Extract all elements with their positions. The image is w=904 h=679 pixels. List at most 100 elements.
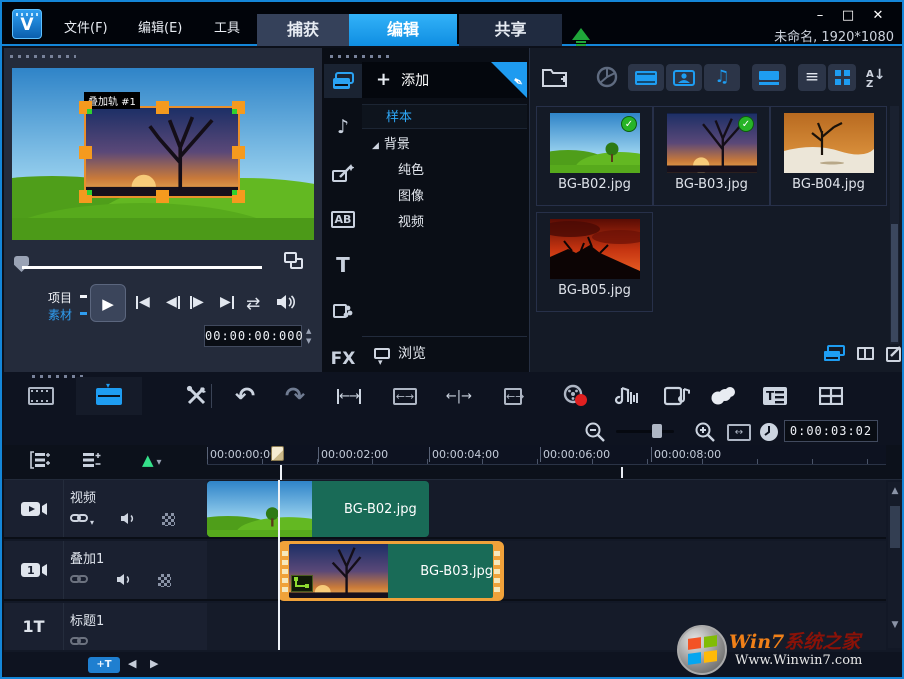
clip-bg-b03-selected[interactable]: BG-B03.jpg	[278, 541, 504, 601]
clip-bg-b02[interactable]: BG-B02.jpg	[207, 481, 429, 537]
next-frame-button[interactable]: ▶	[190, 294, 204, 310]
import-folder-icon[interactable]	[542, 66, 568, 88]
audio-mixer-button[interactable]	[612, 382, 642, 410]
close-button[interactable]: ✕	[868, 8, 888, 23]
distort-handle[interactable]	[87, 190, 92, 195]
rail-audio-icon[interactable]: ♪	[324, 110, 362, 144]
split-screen-template-button[interactable]	[816, 382, 846, 410]
add-remove-track-icon[interactable]	[82, 451, 102, 473]
backdrop-button[interactable]	[752, 64, 786, 91]
list-view-button[interactable]: ≡	[798, 64, 826, 91]
browse-button[interactable]: 浏览	[362, 336, 527, 370]
scroll-left-button[interactable]: ◀	[128, 657, 136, 670]
zoom-in-icon[interactable]	[690, 418, 720, 446]
resize-handle[interactable]	[156, 101, 169, 114]
tree-item-background[interactable]: ◢背景	[362, 132, 527, 157]
tab-edit[interactable]: 编辑	[349, 14, 457, 46]
publish-arrow-icon[interactable]	[572, 19, 590, 40]
speech-to-text-button[interactable]	[708, 382, 738, 410]
timeline-scrollbar-thumb[interactable]	[890, 506, 900, 548]
link-icon[interactable]	[70, 571, 90, 590]
mode-clip-button[interactable]: 素材	[48, 306, 72, 323]
panel-drag-handle[interactable]	[10, 55, 76, 58]
tools-button[interactable]	[182, 382, 212, 410]
filter-photo-button[interactable]	[666, 64, 702, 91]
playhead[interactable]	[278, 480, 280, 650]
tree-item-video[interactable]: 视频	[362, 210, 527, 235]
mode-project-button[interactable]: 项目	[48, 289, 72, 306]
split-clip-button[interactable]: ←|→	[444, 382, 474, 410]
rail-media-icon[interactable]	[324, 64, 362, 98]
scrubber-track[interactable]	[22, 266, 262, 269]
rail-transition-ab-icon[interactable]: AB	[324, 202, 362, 236]
enlarge-preview-icon[interactable]	[284, 252, 306, 272]
auto-music-button[interactable]	[662, 382, 692, 410]
tab-share[interactable]: 共享	[459, 14, 562, 46]
zoom-out-icon[interactable]	[580, 418, 610, 446]
first-frame-button[interactable]: ◀	[136, 294, 150, 310]
volume-icon[interactable]	[276, 294, 296, 310]
playhead-upper[interactable]	[280, 465, 282, 480]
preview-timecode[interactable]: 00:00:00:000	[204, 325, 302, 347]
storyboard-view-button[interactable]	[26, 382, 56, 410]
timeline-zoom-slider[interactable]	[616, 430, 674, 433]
thumbnail-bg-b05[interactable]	[550, 219, 640, 279]
preview-stage[interactable]: 叠加轨 #1	[12, 68, 314, 240]
undo-button[interactable]: ↶	[230, 382, 260, 410]
pan-zoom-button[interactable]: ←→	[498, 382, 528, 410]
track-header-overlay1[interactable]: 1 叠加1	[4, 541, 207, 601]
subtitle-editor-button[interactable]: T	[760, 382, 790, 410]
cue-marker[interactable]	[621, 467, 623, 478]
menu-tools[interactable]: 工具	[214, 17, 240, 36]
track-mute-icon[interactable]	[116, 571, 132, 590]
scroll-up-icon[interactable]: ▲	[888, 486, 902, 496]
distort-handle[interactable]	[232, 109, 237, 114]
gallery-item[interactable]: ✓ BG-B03.jpg	[653, 106, 770, 206]
gallery-scrollbar[interactable]	[890, 106, 899, 344]
timeline-ruler[interactable]: 00:00:00:00 00:00:02:00 00:00:04:00 00:0…	[207, 445, 886, 465]
sort-button[interactable]: A↓Z	[866, 66, 885, 89]
track-visibility-icon[interactable]	[158, 574, 171, 587]
gallery-item[interactable]: BG-B04.jpg	[770, 106, 887, 206]
rail-transition-wand-icon[interactable]	[324, 156, 362, 190]
gallery-scrollbar-thumb[interactable]	[891, 224, 898, 342]
timecode-spin-down[interactable]: ▼	[306, 337, 311, 345]
chapter-marker-icon[interactable]: ▲▾	[142, 451, 162, 469]
loop-button[interactable]: ⇄	[246, 294, 260, 314]
overlay-selection-box[interactable]: 叠加轨 #1	[84, 106, 240, 198]
add-title-track-button[interactable]: +T	[88, 657, 120, 673]
menu-edit[interactable]: 编辑(E)	[138, 17, 182, 36]
gallery-item[interactable]: ✓ BG-B02.jpg	[536, 106, 653, 206]
rail-title-icon[interactable]: T	[324, 248, 362, 282]
filter-video-button[interactable]	[628, 64, 664, 91]
zoom-slider-handle[interactable]	[652, 424, 662, 438]
scrubber-marker[interactable]	[14, 256, 29, 272]
trim-handle-right[interactable]	[493, 544, 501, 598]
maximize-button[interactable]: □	[838, 8, 858, 23]
track-mute-icon[interactable]	[120, 510, 136, 529]
link-icon[interactable]: ▾	[70, 510, 94, 529]
rail-fx-icon[interactable]: FX	[324, 342, 362, 376]
menu-file[interactable]: 文件(F)	[64, 17, 108, 36]
play-button[interactable]: ▶	[90, 284, 126, 322]
thumbnail-bg-b03[interactable]: ✓	[667, 113, 757, 173]
thumbnail-bg-b02[interactable]: ✓	[550, 113, 640, 173]
distort-handle[interactable]	[232, 190, 237, 195]
dual-pane-button[interactable]	[852, 340, 878, 367]
fit-timeline-button[interactable]: ↔	[724, 418, 754, 446]
link-icon[interactable]	[70, 633, 90, 652]
tree-item-image[interactable]: 图像	[362, 184, 527, 209]
fit-project-button[interactable]: ←→	[390, 382, 420, 410]
mark-in-out-button[interactable]: ←→	[334, 382, 364, 410]
library-panel-button[interactable]	[820, 340, 848, 367]
aperture-icon[interactable]	[596, 66, 618, 88]
resize-handle[interactable]	[79, 146, 92, 159]
record-capture-button[interactable]	[560, 382, 590, 410]
thumbnail-bg-b04[interactable]	[784, 113, 874, 173]
filter-audio-button[interactable]: ♫	[704, 64, 740, 91]
last-frame-button[interactable]: ▶	[220, 294, 234, 310]
trim-handle-left[interactable]	[281, 544, 289, 598]
tree-item-solid-color[interactable]: 纯色	[362, 158, 527, 183]
tree-item-sample[interactable]: 样本	[362, 104, 527, 129]
track-content-video[interactable]: BG-B02.jpg	[207, 480, 886, 539]
